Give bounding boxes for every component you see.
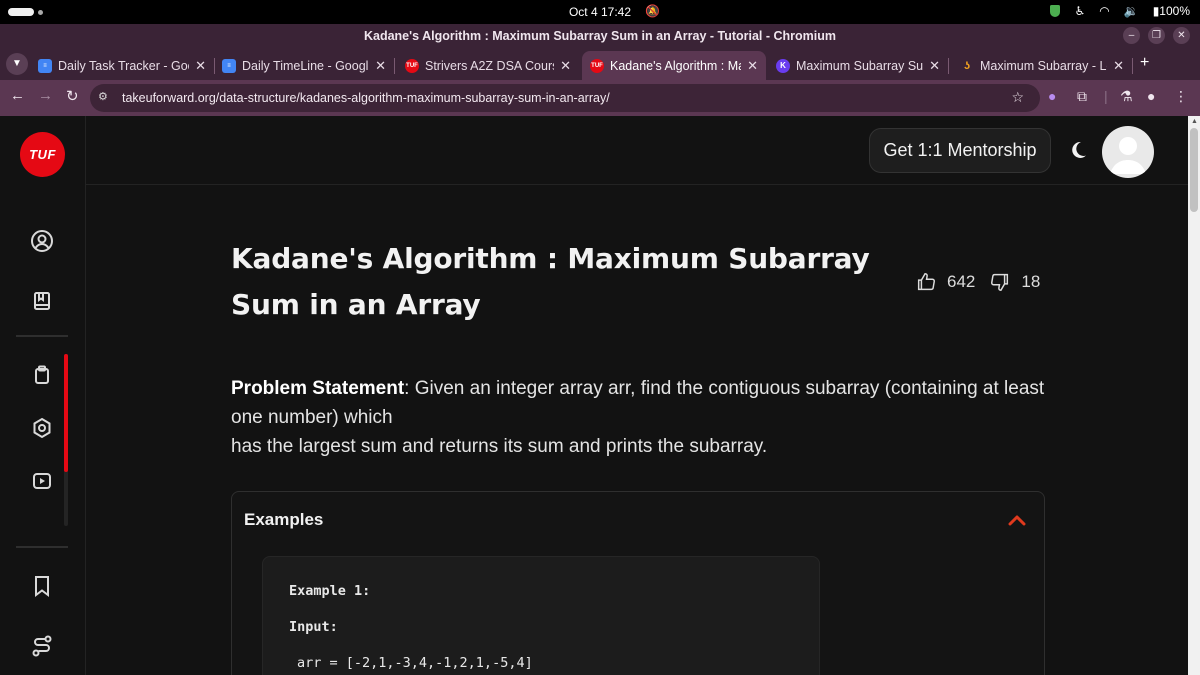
youtube-icon[interactable] [27,466,57,496]
thumbs-down-icon[interactable] [989,271,1011,293]
user-avatar[interactable] [1102,126,1154,178]
shield-icon [1050,5,1061,17]
toolbar-separator: | [1104,88,1108,104]
close-tab-icon[interactable]: ✕ [560,58,571,74]
close-tab-icon[interactable]: ✕ [929,58,940,74]
window-title: Kadane's Algorithm : Maximum Subarray Su… [363,29,837,43]
extension-icon[interactable]: ● [1048,88,1056,104]
dislike-count: 18 [1021,272,1041,291]
examples-heading: Examples [244,510,324,529]
chevron-up-icon[interactable] [1006,510,1028,532]
tab-strip: ▼ ≡ Daily Task Tracker - Goog ✕ ≡ Daily … [0,48,1200,80]
forward-icon[interactable]: → [38,87,53,104]
close-window-icon[interactable]: ✕ [1173,27,1190,44]
clipboard-icon[interactable] [27,360,57,390]
notifications-muted-icon[interactable]: 🔕 [645,4,660,18]
site-header: Get 1:1 Mentorship [86,116,1188,185]
example-title: Example 1: [289,583,371,599]
tab-label: Maximum Subarray Sum [796,58,924,73]
volume-icon[interactable]: 🔉 [1124,4,1139,18]
tab-maximum-subarray-leetcode[interactable]: ʖ Maximum Subarray - Lee ✕ [952,51,1133,80]
k-icon: K [776,58,790,73]
book-icon[interactable] [27,286,57,316]
article-title: Kadane's Algorithm : Maximum Subarray Su… [231,242,870,321]
problem-statement: Problem Statement: Given an integer arra… [231,374,1051,461]
close-tab-icon[interactable]: ✕ [195,58,206,74]
docs-icon: ≡ [38,58,52,73]
tab-label: Strivers A2Z DSA Course [425,58,555,73]
tab-search-chevron-icon[interactable]: ▼ [6,53,28,75]
tab-daily-task-tracker[interactable]: ≡ Daily Task Tracker - Goog ✕ [30,51,215,80]
accessibility-icon[interactable]: ♿ [1074,4,1085,18]
battery-status[interactable]: ▮100% [1153,4,1190,18]
close-tab-icon[interactable]: ✕ [375,58,386,74]
minimize-icon[interactable]: – [1123,27,1140,44]
leetcode-icon: ʖ [963,59,971,72]
tab-strivers-a2z[interactable]: TUF Strivers A2Z DSA Course ✕ [397,51,579,80]
tab-label: Kadane's Algorithm : Ma [610,58,742,73]
labs-flask-icon[interactable]: ⚗ [1120,88,1133,105]
close-tab-icon[interactable]: ✕ [747,58,758,74]
system-tray[interactable]: ♿ ◠ 🔉 ▮100% [1050,4,1190,18]
roadmap-route-icon[interactable] [27,631,57,661]
problem-text-line2: has the largest sum and returns its sum … [231,436,768,457]
problem-label: Problem Statement [231,378,405,399]
profile-icon[interactable]: ● [1147,88,1155,104]
wifi-icon[interactable]: ◠ [1099,4,1109,18]
scrollbar-thumb[interactable] [1190,128,1198,212]
input-value: arr = [-2,1,-3,4,-1,2,1,-5,4] [297,655,533,671]
close-tab-icon[interactable]: ✕ [1113,58,1124,74]
scroll-up-arrow-icon[interactable]: ▲ [1191,118,1198,125]
mentorship-button[interactable]: Get 1:1 Mentorship [869,128,1051,173]
tab-label: Daily TimeLine - Google D [242,58,369,73]
back-icon[interactable]: ← [10,87,25,104]
vote-bar: 642 18 [915,271,1054,293]
sidebar-scroll-fill [64,354,68,472]
os-clock[interactable]: Oct 4 17:42 [0,5,1200,19]
settings-gear-icon[interactable] [27,413,57,443]
page-content: TUF Get 1:1 Mentorship Kadane's Algorith… [0,116,1188,675]
side-navigation: TUF [0,116,86,675]
like-count: 642 [947,272,976,291]
tuf-icon: TUF [590,58,604,73]
docs-icon: ≡ [222,58,236,73]
new-tab-icon[interactable]: + [1140,54,1149,72]
bookmark-star-icon[interactable]: ☆ [1011,89,1024,106]
profile-icon[interactable] [27,226,57,256]
address-bar[interactable]: ⚙ takeuforward.org/data-structure/kadane… [90,84,1040,112]
restore-icon[interactable]: ❐ [1148,27,1165,44]
sidebar-divider [16,546,68,548]
os-top-bar: Oct 4 17:42 🔕 ♿ ◠ 🔉 ▮100% [0,0,1200,24]
tab-label: Maximum Subarray - Lee [980,58,1108,73]
site-info-icon[interactable]: ⚙ [98,90,108,103]
reload-icon[interactable]: ↻ [66,87,79,105]
tab-separator [1132,58,1133,74]
browser-title-bar: Kadane's Algorithm : Maximum Subarray Su… [0,24,1200,48]
thumbs-up-icon[interactable] [915,271,937,293]
example-code-block: Example 1: Input: arr = [-2,1,-3,4,-1,2,… [262,556,820,675]
extensions-puzzle-icon[interactable]: ⧉ [1077,88,1087,105]
sidebar-scroll-indicator [64,354,68,526]
dark-mode-moon-icon[interactable] [1067,139,1089,161]
bookmark-icon[interactable] [27,571,57,601]
tuf-icon: TUF [405,58,419,73]
tab-label: Daily Task Tracker - Goog [58,58,190,73]
sidebar-divider [16,335,68,337]
battery-percent: 100% [1159,4,1190,18]
address-toolbar: ← → ↻ ⚙ takeuforward.org/data-structure/… [0,80,1200,116]
page-scrollbar[interactable]: ▲ [1188,116,1200,675]
tab-separator [948,58,949,74]
tab-daily-timeline[interactable]: ≡ Daily TimeLine - Google D ✕ [214,51,395,80]
browser-menu-icon[interactable]: ⋮ [1174,88,1188,105]
examples-accordion[interactable]: Examples Example 1: Input: arr = [-2,1,-… [231,491,1045,675]
tab-kadanes-algorithm[interactable]: TUF Kadane's Algorithm : Ma ✕ [582,51,766,80]
input-label: Input: [289,619,338,635]
tab-separator [394,58,395,74]
url-text[interactable]: takeuforward.org/data-structure/kadanes-… [122,91,610,105]
tab-maximum-subarray-sum[interactable]: K Maximum Subarray Sum ✕ [768,51,949,80]
tuf-logo[interactable]: TUF [20,132,65,177]
